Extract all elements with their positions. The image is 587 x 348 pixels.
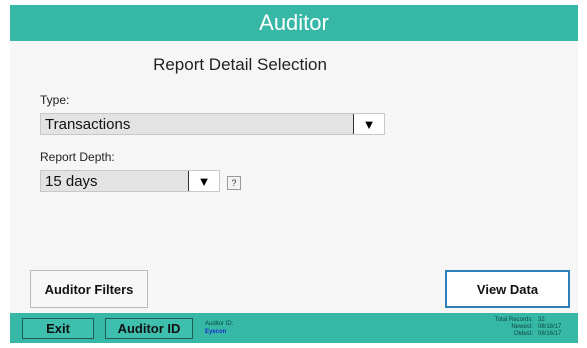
newest-label: Newest: — [511, 324, 533, 330]
total-records-label: Total Records: — [494, 317, 533, 323]
footer-bar: Exit Auditor ID Auditor ID: Eyecon Total… — [10, 313, 578, 343]
report-depth-dropdown-arrow-icon[interactable]: ▼ — [188, 171, 219, 191]
view-data-button[interactable]: View Data — [445, 270, 570, 308]
auditor-filters-button[interactable]: Auditor Filters — [30, 270, 148, 308]
oldest-label: Oldest: — [513, 331, 533, 337]
window-title: Auditor — [259, 10, 329, 35]
auditor-window: Auditor Report Detail Selection Type: Tr… — [10, 5, 578, 343]
total-records-value: 32 — [538, 317, 545, 323]
auditor-id-button[interactable]: Auditor ID — [105, 318, 193, 339]
newest-row: Newest: 08/18/17 — [430, 324, 575, 331]
type-value: Transactions — [45, 115, 131, 133]
type-dropdown-arrow-icon[interactable]: ▼ — [353, 114, 384, 134]
auditor-id-value: Eyecon — [205, 329, 227, 335]
report-depth-value: 15 days — [45, 172, 98, 190]
total-records-row: Total Records: 32 — [430, 317, 575, 324]
help-icon[interactable]: ? — [227, 176, 241, 190]
newest-value: 08/18/17 — [538, 324, 562, 330]
report-depth-label: Report Depth: — [40, 150, 115, 164]
type-select[interactable]: Transactions ▼ — [40, 113, 385, 135]
section-heading: Report Detail Selection — [153, 55, 327, 74]
report-depth-select[interactable]: 15 days ▼ — [40, 170, 220, 192]
oldest-row: Oldest: 08/16/17 — [430, 331, 575, 338]
exit-button[interactable]: Exit — [22, 318, 94, 339]
oldest-value: 08/16/17 — [538, 331, 562, 337]
auditor-id-label: Auditor ID: — [205, 321, 234, 327]
title-bar: Auditor — [10, 5, 578, 41]
report-selection-panel: Report Detail Selection Type: Transactio… — [10, 41, 578, 313]
record-stats: Total Records: 32 Newest: 08/18/17 Oldes… — [430, 317, 575, 338]
type-label: Type: — [40, 93, 70, 107]
